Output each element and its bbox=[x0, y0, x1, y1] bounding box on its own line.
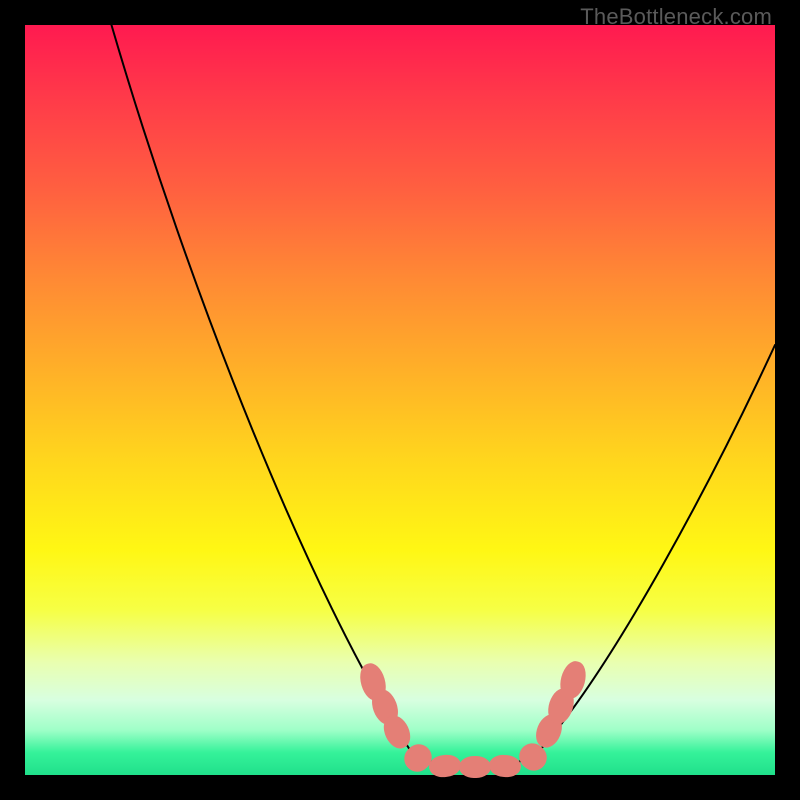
bead-marker bbox=[459, 756, 491, 778]
curve-layer bbox=[25, 25, 775, 775]
right-curve bbox=[475, 345, 775, 770]
chart-root: TheBottleneck.com bbox=[0, 0, 800, 800]
left-curve bbox=[110, 20, 475, 770]
